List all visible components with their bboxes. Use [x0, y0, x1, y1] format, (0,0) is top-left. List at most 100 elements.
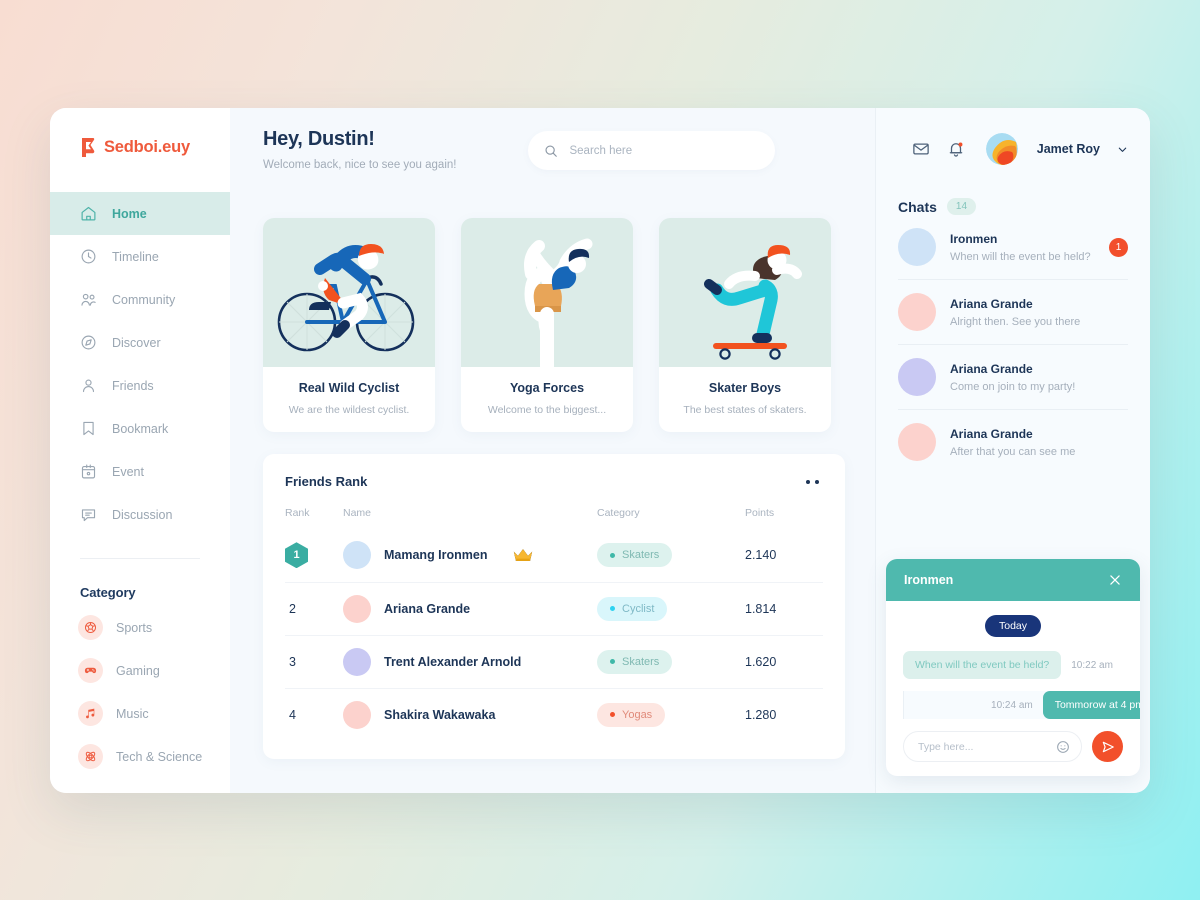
feature-card-body: Real Wild Cyclist We are the wildest cyc… [263, 367, 435, 432]
people-icon [81, 293, 96, 306]
cyclist-illustration [263, 218, 435, 367]
sidebar-item-label: Discussion [112, 507, 173, 522]
person-icon [82, 379, 95, 393]
category-pill: Yogas [597, 702, 666, 727]
sidebar-item-label: Community [112, 292, 176, 307]
chats-header: Chats 14 [898, 198, 1128, 215]
search-input[interactable] [569, 144, 760, 157]
chat-input-row [903, 731, 1123, 762]
chat-name: Ariana Grande [950, 361, 1033, 376]
chat-name: Ariana Grande [950, 296, 1033, 311]
brand-name: Sedboi.euy [104, 137, 191, 156]
category-pill: Skaters [597, 649, 673, 674]
feature-card[interactable]: Yoga Forces Welcome to the biggest... [461, 218, 633, 432]
category-pill-label: Cyclist [622, 602, 655, 615]
list-item[interactable]: Ariana Grande After that you can see me [898, 410, 1128, 474]
list-item[interactable]: Ironmen When will the event be held? 1 [898, 215, 1128, 280]
player-name: Trent Alexander Arnold [384, 654, 522, 669]
feature-card-desc: Welcome to the biggest... [487, 404, 607, 416]
feature-card-body: Skater Boys The best states of skaters. [659, 367, 831, 432]
chat-list: Ironmen When will the event be held? 1 A… [898, 215, 1128, 474]
table-header-row: Rank Name Category Points [285, 501, 823, 529]
bookmark-icon [83, 421, 94, 436]
chat-box-icon [81, 509, 96, 522]
main-content: Hey, Dustin! Welcome back, nice to see y… [230, 108, 875, 793]
chat-widget-header: Ironmen [886, 559, 1140, 601]
player-name: Mamang Ironmen [384, 548, 488, 563]
feature-card-title: Skater Boys [708, 381, 782, 395]
chat-input-wrapper[interactable] [903, 731, 1082, 762]
chat-widget: Ironmen Today When will the event be hel… [886, 559, 1140, 776]
message-bubble-outgoing: Tommorow at 4 pm [1042, 691, 1140, 719]
message-time: 10:22 am [1071, 659, 1113, 671]
table-row[interactable]: 2 Ariana Grande Cyclist 1.814 [285, 581, 823, 635]
close-icon[interactable] [1108, 573, 1122, 587]
app-window: Sedboi.euy Home Timeline Community Disco… [50, 108, 1150, 793]
feature-card-body: Yoga Forces Welcome to the biggest... [461, 367, 633, 432]
friends-rank-table: Rank Name Category Points 1 Mamang Ironm… [285, 501, 823, 741]
avatar [898, 228, 936, 266]
compass-icon [81, 335, 96, 350]
avatar [343, 647, 371, 676]
table-row[interactable]: 4 Shakira Wakawaka Yogas 1.280 [285, 687, 823, 741]
avatar[interactable] [985, 133, 1018, 165]
category-item-sports[interactable]: Sports [50, 606, 230, 649]
unread-badge: 1 [1109, 237, 1128, 257]
chats-title: Chats [898, 198, 937, 215]
feature-card[interactable]: Real Wild Cyclist We are the wildest cyc… [263, 218, 435, 432]
bell-icon[interactable] [947, 140, 965, 158]
search-bar[interactable] [528, 131, 776, 170]
more-dots-icon[interactable] [802, 476, 823, 488]
category-pill-label: Yogas [622, 708, 653, 721]
envelope-icon[interactable] [912, 140, 930, 158]
sidebar-item-discussion[interactable]: Discussion [50, 493, 230, 536]
player-name: Ariana Grande [384, 601, 471, 616]
smiley-icon[interactable] [1056, 740, 1070, 754]
column-header-name: Name [343, 507, 372, 519]
message-row: When will the event be held? 10:22 am [903, 651, 1123, 679]
flag-logo-icon [82, 137, 95, 157]
page-header: Hey, Dustin! Welcome back, nice to see y… [263, 108, 845, 186]
sidebar-item-discover[interactable]: Discover [50, 321, 230, 364]
sidebar-item-home[interactable]: Home [50, 192, 230, 235]
message-bubble-incoming: When will the event be held? [903, 651, 1062, 679]
category-item-tech-science[interactable]: Tech & Science [50, 735, 230, 778]
sidebar-item-friends[interactable]: Friends [50, 364, 230, 407]
column-header-rank: Rank [285, 507, 310, 519]
list-item[interactable]: Ariana Grande Come on join to my party! [898, 345, 1128, 410]
rank-number: 4 [289, 707, 296, 722]
category-item-label: Music [116, 706, 149, 721]
column-header-category: Category [597, 507, 640, 519]
category-pill-label: Skaters [622, 549, 660, 562]
points-value: 1.620 [745, 654, 777, 669]
user-toolbar: Jamet Roy [898, 108, 1128, 186]
chat-input[interactable] [918, 740, 1056, 753]
category-item-music[interactable]: Music [50, 692, 230, 735]
send-button[interactable] [1092, 731, 1123, 762]
chat-preview: Alright then. See you there [950, 315, 1081, 328]
category-heading: Category [80, 585, 136, 600]
sidebar-item-timeline[interactable]: Timeline [50, 235, 230, 278]
chevron-down-icon[interactable] [1117, 144, 1128, 155]
category-item-gaming[interactable]: Gaming [50, 649, 230, 692]
feature-card[interactable]: Skater Boys The best states of skaters. [659, 218, 831, 432]
rank-number: 3 [289, 654, 296, 669]
sidebar-item-event[interactable]: Event [50, 450, 230, 493]
table-row[interactable]: 1 Mamang Ironmen Skaters 2.140 [285, 529, 823, 582]
sidebar-item-label: Timeline [112, 249, 159, 264]
chat-preview: When will the event be held? [950, 250, 1091, 263]
chats-count-badge: 14 [946, 198, 977, 215]
avatar [898, 423, 936, 461]
list-item[interactable]: Ariana Grande Alright then. See you ther… [898, 280, 1128, 345]
feature-card-desc: We are the wildest cyclist. [288, 404, 410, 416]
send-icon [1102, 741, 1114, 752]
home-icon [81, 206, 96, 221]
sidebar-nav: Home Timeline Community Discover Friends… [50, 192, 230, 536]
category-pill: Cyclist [597, 596, 668, 621]
category-item-label: Sports [116, 620, 153, 635]
table-row[interactable]: 3 Trent Alexander Arnold Skaters 1.620 [285, 634, 823, 688]
sidebar-item-community[interactable]: Community [50, 278, 230, 321]
brand-logo[interactable]: Sedboi.euy [50, 108, 230, 186]
sidebar-item-bookmark[interactable]: Bookmark [50, 407, 230, 450]
chat-preview: After that you can see me [950, 445, 1076, 458]
